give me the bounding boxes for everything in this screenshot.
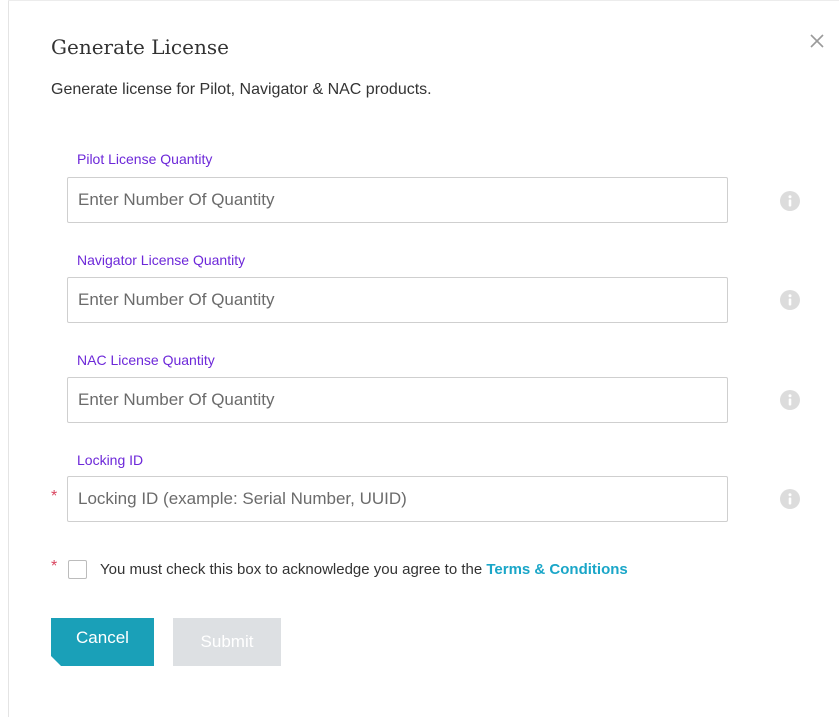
close-icon xyxy=(810,34,824,48)
pilot-quantity-label: Pilot License Quantity xyxy=(77,151,213,167)
dialog-title: Generate License xyxy=(51,35,229,59)
info-glyph xyxy=(788,294,792,306)
navigator-quantity-label: Navigator License Quantity xyxy=(77,252,246,268)
agreement-text: You must check this box to acknowledge y… xyxy=(100,561,628,578)
dialog-top-border xyxy=(8,0,839,1)
nac-quantity-input[interactable] xyxy=(67,377,728,423)
generate-license-dialog: Generate License Generate license for Pi… xyxy=(0,0,839,717)
navigator-quantity-info-icon[interactable] xyxy=(780,290,800,310)
agreement-sentence: You must check this box to acknowledge y… xyxy=(100,561,487,578)
info-glyph xyxy=(788,394,792,406)
navigator-quantity-input[interactable] xyxy=(67,277,728,323)
locking-id-label: Locking ID xyxy=(77,452,144,468)
dialog-subtitle: Generate license for Pilot, Navigator & … xyxy=(51,81,432,98)
submit-button[interactable]: Submit xyxy=(173,618,281,666)
terms-checkbox[interactable] xyxy=(68,560,87,579)
nac-quantity-info-icon[interactable] xyxy=(780,390,800,410)
locking-id-required-marker: * xyxy=(51,488,58,505)
cancel-button[interactable]: Cancel xyxy=(51,618,154,666)
info-glyph xyxy=(788,493,792,505)
locking-id-info-icon[interactable] xyxy=(780,489,800,509)
agreement-required-marker: * xyxy=(51,558,58,575)
window-left-edge xyxy=(0,0,9,717)
close-button[interactable] xyxy=(806,30,828,52)
terms-conditions-link[interactable]: Terms & Conditions xyxy=(486,561,627,578)
pilot-quantity-input[interactable] xyxy=(67,177,728,223)
nac-quantity-label: NAC License Quantity xyxy=(77,352,215,368)
pilot-quantity-info-icon[interactable] xyxy=(780,191,800,211)
locking-id-input[interactable] xyxy=(67,476,728,522)
info-glyph xyxy=(788,195,792,207)
